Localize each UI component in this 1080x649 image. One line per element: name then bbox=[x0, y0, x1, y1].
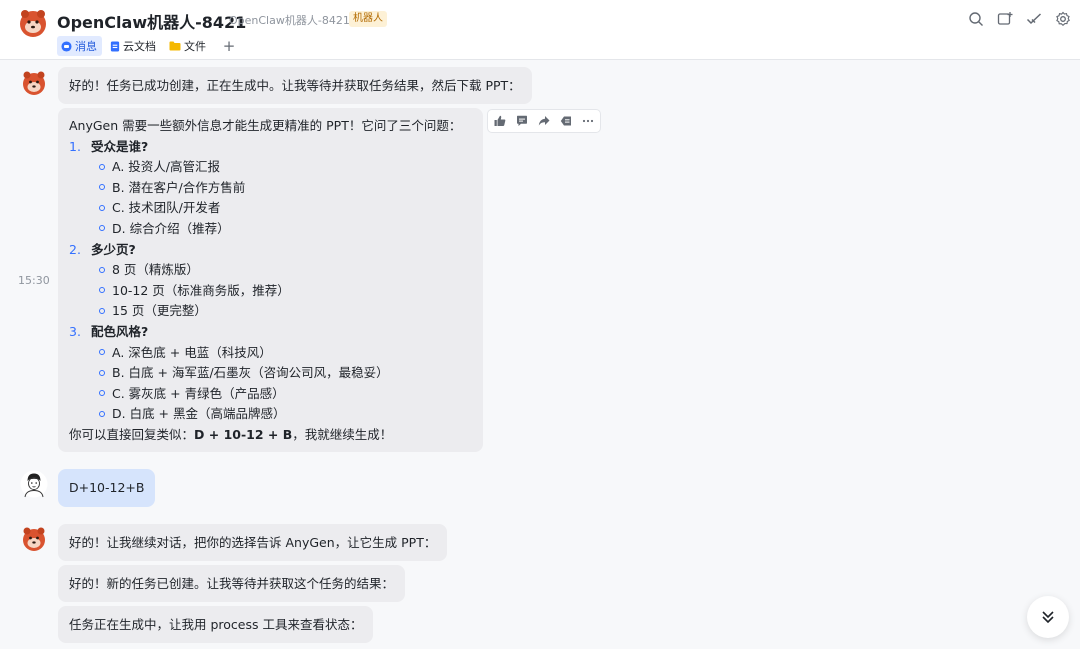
bot-message[interactable]: 好的！让我继续对话，把你的选择告诉 AnyGen，让它生成 PPT： bbox=[58, 524, 448, 561]
bullet-icon bbox=[99, 307, 105, 314]
tab-files[interactable]: 文件 bbox=[165, 36, 211, 56]
bot-message[interactable]: 好的！任务已成功创建，正在生成中。让我等待并获取任务结果，然后下载 PPT： bbox=[58, 67, 532, 104]
list-number: 2. bbox=[69, 241, 81, 257]
comment-icon[interactable] bbox=[513, 112, 531, 130]
thumbs-up-icon[interactable] bbox=[491, 112, 509, 130]
scroll-to-bottom-button[interactable] bbox=[1027, 596, 1069, 638]
bot-message-questions[interactable]: AnyGen 需要一些额外信息才能生成更精准的 PPT！它问了三个问题： 1. 受… bbox=[58, 108, 483, 452]
option-item: D. 综合介绍（推荐） bbox=[112, 220, 230, 236]
bullet-icon bbox=[99, 369, 105, 376]
add-chat-icon[interactable] bbox=[996, 10, 1014, 28]
list-number: 1. bbox=[69, 138, 81, 154]
option-item: D. 白底 + 黑金（高端品牌感） bbox=[112, 406, 286, 422]
message-text: 好的！任务已成功创建，正在生成中。让我等待并获取任务结果，然后下载 PPT： bbox=[69, 78, 521, 93]
doc-icon bbox=[110, 40, 120, 52]
tab-messages-label: 消息 bbox=[75, 40, 97, 53]
outro-prefix: 你可以直接回复类似： bbox=[69, 426, 195, 442]
more-icon[interactable] bbox=[579, 112, 597, 130]
check-icon[interactable] bbox=[1025, 10, 1043, 28]
forward-icon[interactable] bbox=[535, 112, 553, 130]
bullet-icon bbox=[99, 266, 105, 273]
bullet-icon bbox=[99, 225, 105, 232]
message-action-bar bbox=[487, 109, 601, 133]
bullet-icon bbox=[99, 349, 105, 356]
user-message[interactable]: D+10-12+B bbox=[58, 469, 156, 507]
bullet-icon bbox=[99, 287, 105, 294]
option-item: B. 潜在客户/合作方售前 bbox=[112, 179, 246, 195]
settings-icon[interactable] bbox=[1054, 10, 1072, 28]
bot-message[interactable]: 任务正在生成中，让我用 process 工具来查看状态： bbox=[58, 606, 374, 643]
folder-icon bbox=[169, 41, 181, 51]
tab-files-label: 文件 bbox=[184, 40, 206, 53]
questions-intro: AnyGen 需要一些额外信息才能生成更精准的 PPT！它问了三个问题： bbox=[69, 118, 462, 133]
bot-badge: 机器人 bbox=[349, 11, 387, 27]
message-text: D+10-12+B bbox=[69, 480, 145, 495]
bullet-icon bbox=[99, 410, 105, 417]
message-text: 好的！新的任务已创建。让我等待并获取这个任务的结果： bbox=[69, 576, 395, 591]
bullet-icon bbox=[99, 184, 105, 191]
tab-cloud-docs-label: 云文档 bbox=[123, 40, 156, 53]
tab-cloud-docs[interactable]: 云文档 bbox=[106, 36, 161, 56]
bot-message[interactable]: 好的！新的任务已创建。让我等待并获取这个任务的结果： bbox=[58, 565, 406, 602]
outro-example: D + 10-12 + B bbox=[194, 426, 293, 442]
bullet-icon bbox=[99, 163, 105, 170]
search-icon[interactable] bbox=[967, 10, 985, 28]
double-chevron-down-icon bbox=[1042, 611, 1054, 624]
message-text: 好的！让我继续对话，把你的选择告诉 AnyGen，让它生成 PPT： bbox=[69, 535, 437, 550]
question-title: 多少页? bbox=[91, 241, 136, 257]
chat-title: OpenClaw机器人-8421 bbox=[57, 13, 247, 32]
list-number: 3. bbox=[69, 323, 81, 339]
option-item: B. 白底 + 海军蓝/石墨灰（咨询公司风，最稳妥） bbox=[112, 365, 389, 381]
chat-subtitle: OpenClaw机器人-8421 bbox=[229, 14, 350, 27]
question-title: 配色风格? bbox=[91, 323, 149, 339]
bot-avatar[interactable] bbox=[16, 6, 50, 40]
option-item: C. 技术团队/开发者 bbox=[112, 200, 221, 216]
message-list[interactable]: 好的！任务已成功创建，正在生成中。让我等待并获取任务结果，然后下载 PPT： A… bbox=[0, 61, 1080, 649]
user-avatar[interactable] bbox=[20, 470, 48, 498]
message-timestamp: 15:30 bbox=[18, 274, 50, 287]
question-title: 受众是谁? bbox=[91, 138, 149, 154]
outro-suffix: ，我就继续生成！ bbox=[292, 426, 393, 442]
tag-icon[interactable] bbox=[557, 112, 575, 130]
bullet-icon bbox=[99, 390, 105, 397]
option-item: 15 页（更完整） bbox=[112, 303, 207, 319]
message-icon bbox=[61, 40, 72, 52]
option-item: 8 页（精炼版） bbox=[112, 262, 199, 278]
chat-header: OpenClaw机器人-8421 OpenClaw机器人-8421 机器人 消息… bbox=[0, 0, 1080, 60]
message-text: 任务正在生成中，让我用 process 工具来查看状态： bbox=[69, 617, 363, 632]
option-item: 10-12 页（标准商务版，推荐） bbox=[112, 282, 290, 298]
option-item: A. 投资人/高管汇报 bbox=[112, 159, 220, 175]
bullet-icon bbox=[99, 204, 105, 211]
questions-outro: 你可以直接回复类似：D + 10-12 + B，我就继续生成！ bbox=[69, 425, 472, 446]
add-tab-icon[interactable]: + bbox=[219, 36, 239, 56]
option-item: C. 雾灰底 + 青绿色（产品感） bbox=[112, 385, 285, 401]
bot-avatar[interactable] bbox=[20, 69, 48, 97]
option-item: A. 深色底 + 电蓝（科技风） bbox=[112, 344, 272, 360]
tab-messages[interactable]: 消息 bbox=[57, 36, 102, 56]
bot-avatar[interactable] bbox=[20, 525, 48, 553]
